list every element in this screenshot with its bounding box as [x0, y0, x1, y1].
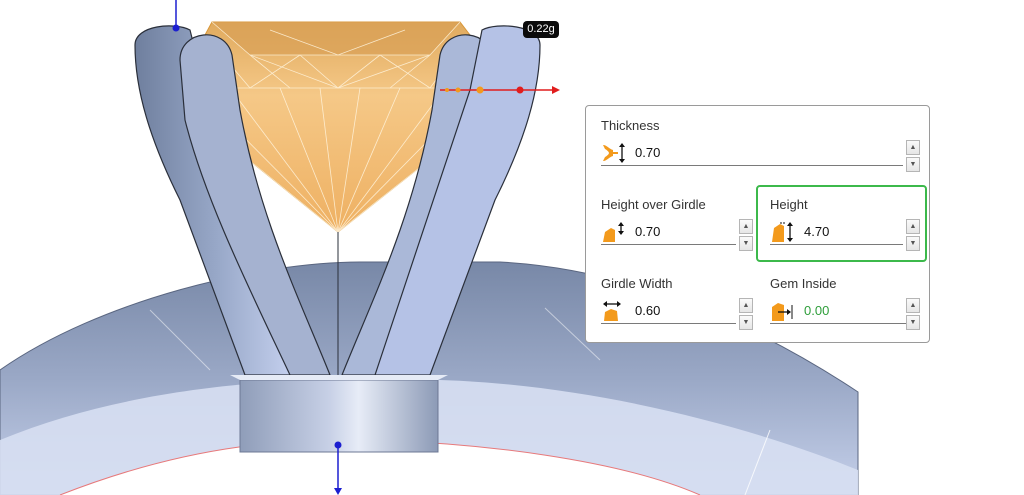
thickness-decrement-button[interactable]: ▼ — [906, 157, 920, 172]
thickness-label: Thickness — [601, 118, 660, 133]
thickness-increment-button[interactable]: ▲ — [906, 140, 920, 155]
girdle-width-icon — [603, 301, 621, 321]
girdle-width-increment-button[interactable]: ▲ — [739, 298, 753, 313]
thickness-icon — [603, 143, 625, 163]
gem-inside-field: Gem Inside 0.00 ▲ ▼ — [770, 276, 923, 336]
height-over-girdle-spinner[interactable]: ▲ ▼ — [739, 219, 753, 253]
gem-inside-label: Gem Inside — [770, 276, 837, 291]
gem-inside-increment-button[interactable]: ▲ — [906, 298, 920, 313]
setting-collar[interactable] — [230, 375, 448, 453]
gem-inside-input-row[interactable]: 0.00 — [770, 298, 920, 324]
girdle-width-input-row[interactable]: 0.60 — [601, 298, 736, 324]
girdle-width-value[interactable]: 0.60 — [635, 303, 660, 318]
height-over-girdle-label: Height over Girdle — [601, 197, 706, 212]
thickness-input-row[interactable]: 0.70 — [601, 140, 903, 166]
gem-inside-icon — [772, 303, 793, 321]
height-over-girdle-decrement-button[interactable]: ▼ — [739, 236, 753, 251]
girdle-width-decrement-button[interactable]: ▼ — [739, 315, 753, 330]
height-over-girdle-field: Height over Girdle 0.70 ▲ ▼ — [601, 197, 756, 257]
height-over-girdle-increment-button[interactable]: ▲ — [739, 219, 753, 234]
girdle-width-label: Girdle Width — [601, 276, 673, 291]
height-over-girdle-input-row[interactable]: 0.70 — [601, 219, 736, 245]
gem-inside-decrement-button[interactable]: ▼ — [906, 315, 920, 330]
height-over-girdle-value[interactable]: 0.70 — [635, 224, 660, 239]
thickness-field: Thickness 0.70 ▲ ▼ — [601, 118, 923, 178]
gem-inside-spinner[interactable]: ▲ ▼ — [906, 298, 920, 332]
height-over-girdle-icon — [603, 222, 624, 242]
gem-inside-value[interactable]: 0.00 — [804, 303, 829, 318]
thickness-value[interactable]: 0.70 — [635, 145, 660, 160]
thickness-spinner[interactable]: ▲ ▼ — [906, 140, 920, 174]
height-field-highlight — [756, 185, 927, 262]
girdle-width-spinner[interactable]: ▲ ▼ — [739, 298, 753, 332]
girdle-width-field: Girdle Width 0.60 ▲ ▼ — [601, 276, 756, 336]
weight-badge: 0.22g — [523, 21, 559, 38]
